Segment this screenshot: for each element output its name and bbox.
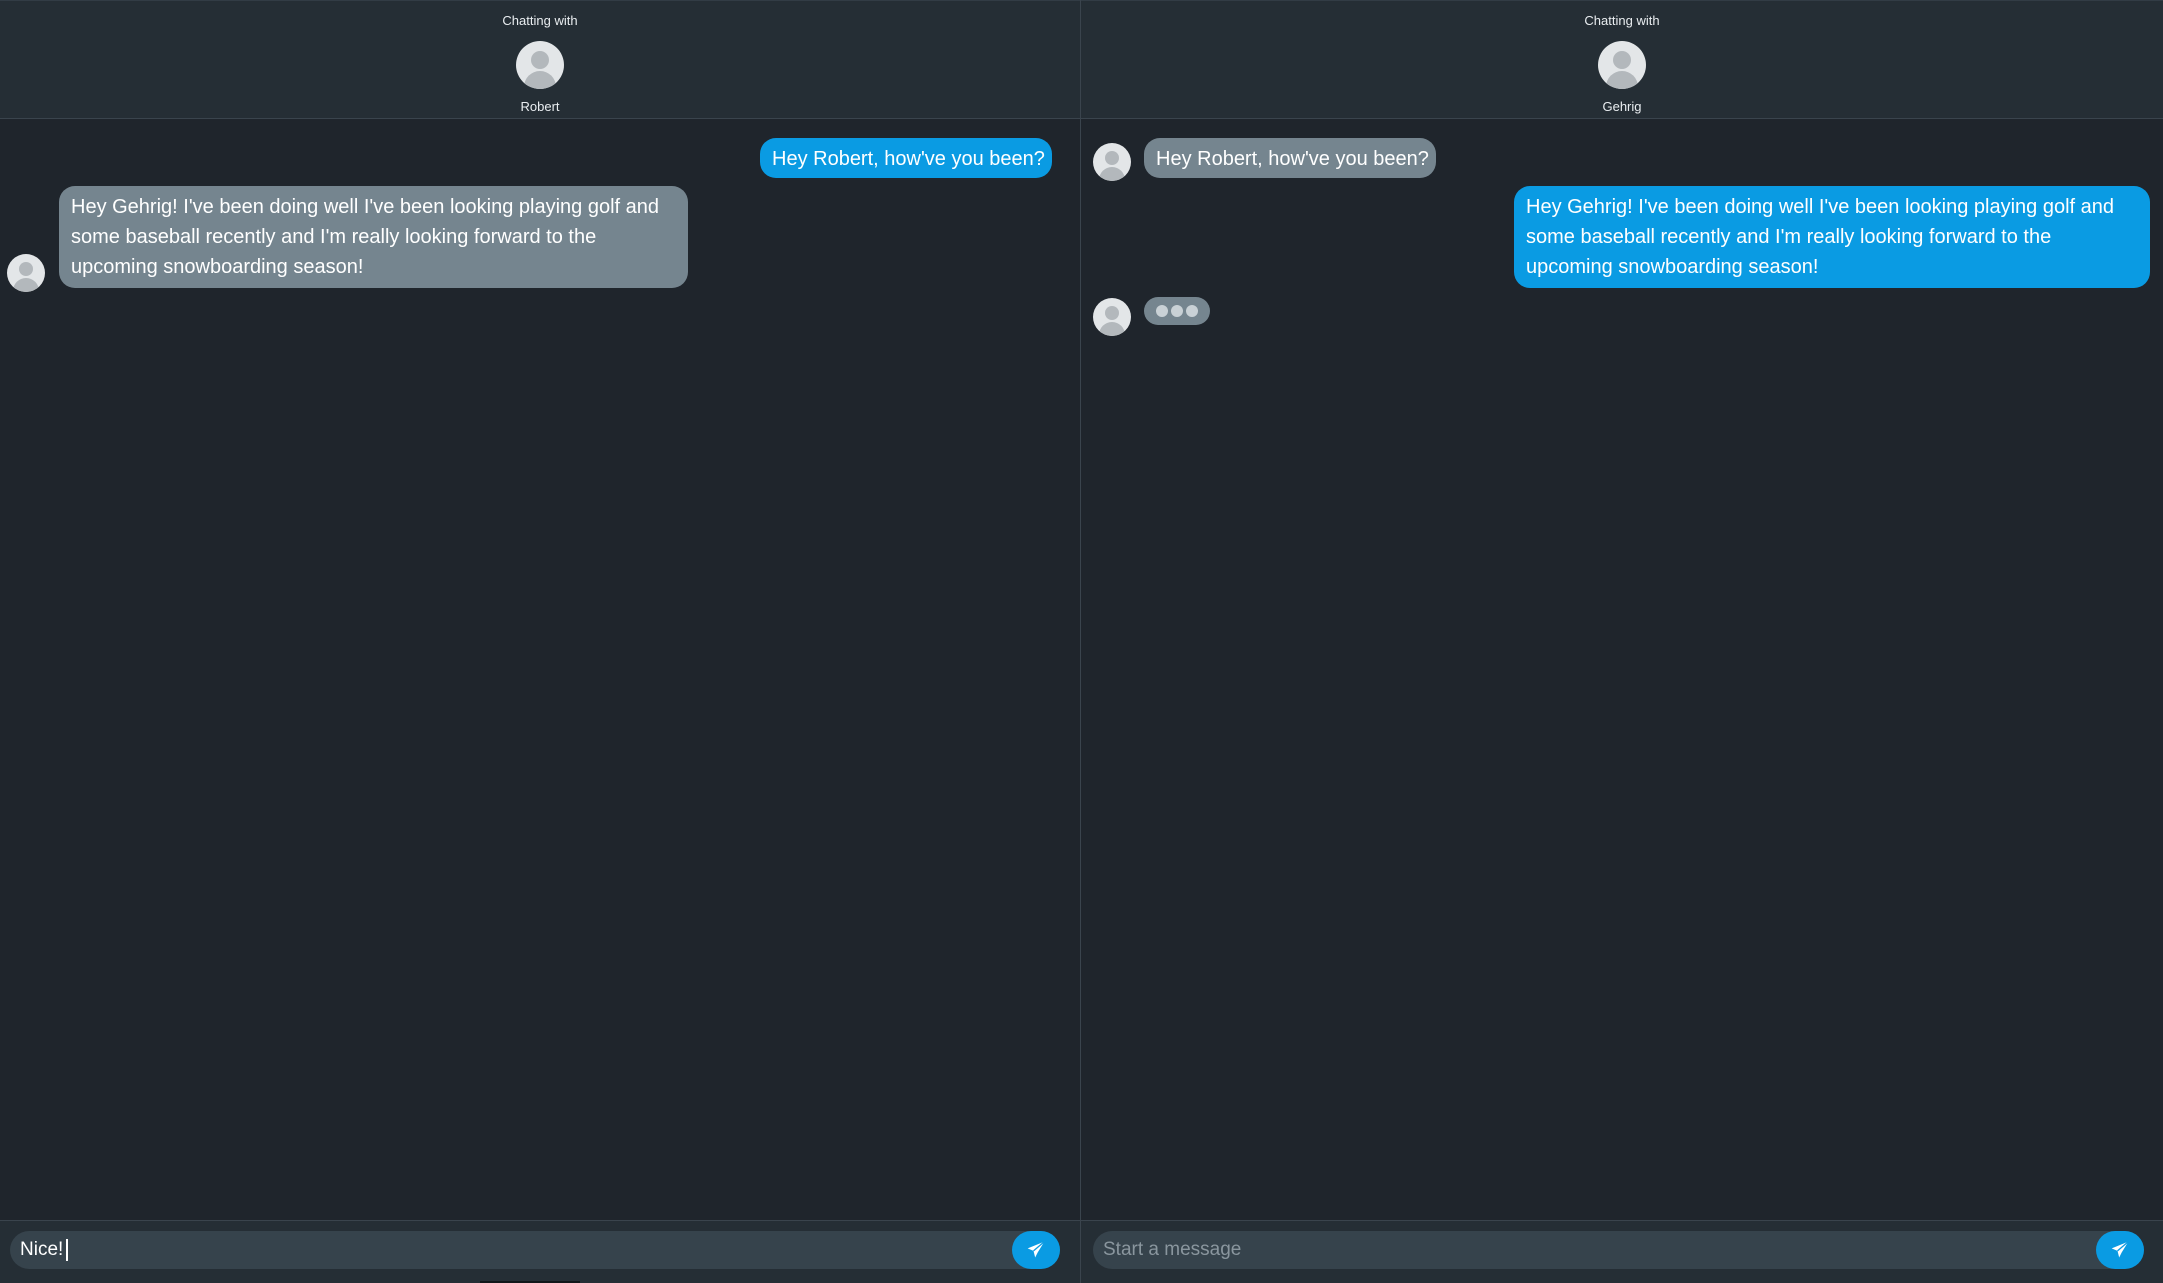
send-button[interactable]: [1012, 1231, 1060, 1269]
chatting-with-caption: Chatting with: [502, 13, 578, 28]
typing-dots-icon: [1144, 297, 1210, 325]
message-input[interactable]: Start a message: [1093, 1231, 2096, 1269]
message-bubble-outgoing: Hey Robert, how've you been?: [760, 138, 1052, 178]
message-bubble-outgoing: Hey Gehrig! I've been doing well I've be…: [1514, 186, 2150, 288]
message-input-container: Nice!: [10, 1231, 1060, 1269]
chatting-with-caption: Chatting with: [1584, 13, 1660, 28]
message-input[interactable]: Nice!: [10, 1231, 1012, 1269]
avatar-icon: [1598, 41, 1646, 89]
message-composer: Start a message: [1081, 1220, 2163, 1283]
chat-header: Chatting with Robert: [0, 0, 1080, 119]
message-composer: Nice!: [0, 1220, 1080, 1283]
contact-name: Gehrig: [1602, 99, 1642, 114]
message-list: Hey Robert, how've you been? Hey Gehrig!…: [1081, 119, 2163, 1220]
chat-pane-gehrig: Chatting with Gehrig Hey Robert, how've …: [1081, 0, 2163, 1283]
avatar-icon: [516, 41, 564, 89]
message-input-value: Nice!: [20, 1239, 64, 1260]
contact-name: Robert: [520, 99, 560, 114]
chat-header: Chatting with Gehrig: [1081, 0, 2163, 119]
text-caret: [66, 1238, 69, 1261]
avatar-icon: [1093, 298, 1131, 336]
message-bubble-incoming: Hey Robert, how've you been?: [1144, 138, 1436, 178]
message-input-container: Start a message: [1093, 1231, 2144, 1269]
message-list: Hey Robert, how've you been? Hey Gehrig!…: [0, 119, 1080, 1220]
avatar-icon: [1093, 143, 1131, 181]
send-button[interactable]: [2096, 1231, 2144, 1269]
chat-pane-robert: Chatting with Robert Hey Robert, how've …: [0, 0, 1081, 1283]
send-icon: [2111, 1241, 2129, 1258]
send-icon: [1027, 1241, 1045, 1258]
chat-app: Chatting with Robert Hey Robert, how've …: [0, 0, 2163, 1283]
message-bubble-incoming: Hey Gehrig! I've been doing well I've be…: [59, 186, 688, 288]
avatar-icon: [7, 254, 45, 292]
